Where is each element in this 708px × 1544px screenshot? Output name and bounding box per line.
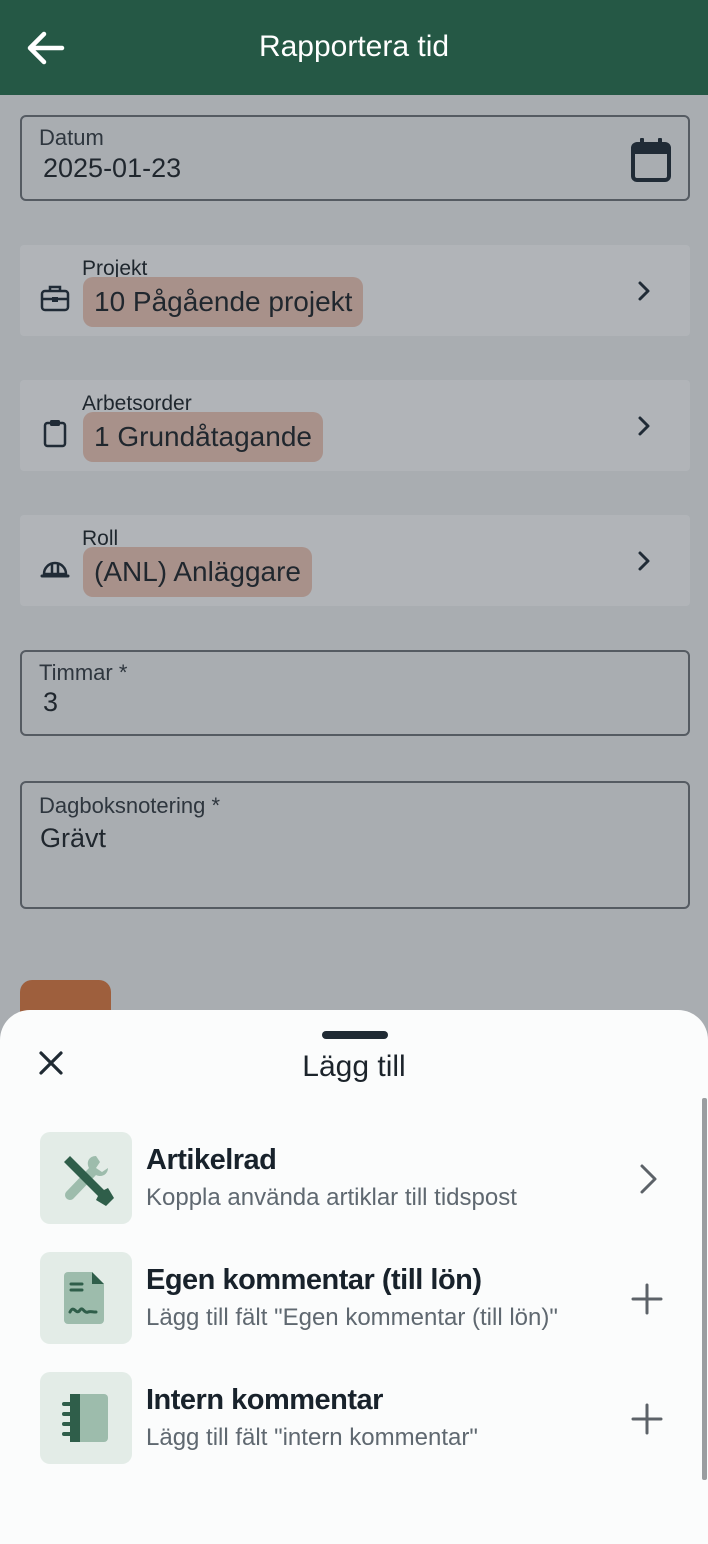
item-subtitle: Lägg till fält "intern kommentar" — [146, 1424, 478, 1451]
sheet-title: Lägg till — [302, 1050, 406, 1083]
document-signature-icon — [64, 1272, 104, 1324]
page-title: Rapportera tid — [258, 30, 450, 63]
icon-tile — [40, 1252, 132, 1344]
item-title: Intern kommentar — [146, 1384, 383, 1416]
plus-icon[interactable] — [630, 1402, 664, 1436]
app-bar: Rapportera tid — [0, 0, 708, 95]
tools-icon — [64, 1156, 114, 1206]
list-item-artikelrad[interactable]: Artikelrad Koppla använda artiklar till … — [40, 1132, 680, 1224]
drag-handle[interactable] — [322, 1031, 388, 1039]
list-item-intern-kommentar[interactable]: Intern kommentar Lägg till fält "intern … — [40, 1372, 680, 1464]
item-subtitle: Koppla använda artiklar till tidspost — [146, 1184, 517, 1211]
plus-icon[interactable] — [630, 1282, 664, 1316]
notebook-icon — [62, 1394, 108, 1442]
icon-tile — [40, 1372, 132, 1464]
list-item-egen-kommentar[interactable]: Egen kommentar (till lön) Lägg till fält… — [40, 1252, 680, 1344]
icon-tile — [40, 1132, 132, 1224]
item-subtitle: Lägg till fält "Egen kommentar (till lön… — [146, 1304, 558, 1331]
chevron-right-icon[interactable] — [630, 1162, 664, 1196]
add-bottom-sheet: Lägg till Artikelrad Koppla använda arti… — [0, 1010, 708, 1544]
item-title: Egen kommentar (till lön) — [146, 1264, 482, 1296]
scrollbar[interactable] — [702, 1098, 707, 1480]
item-title: Artikelrad — [146, 1144, 277, 1176]
